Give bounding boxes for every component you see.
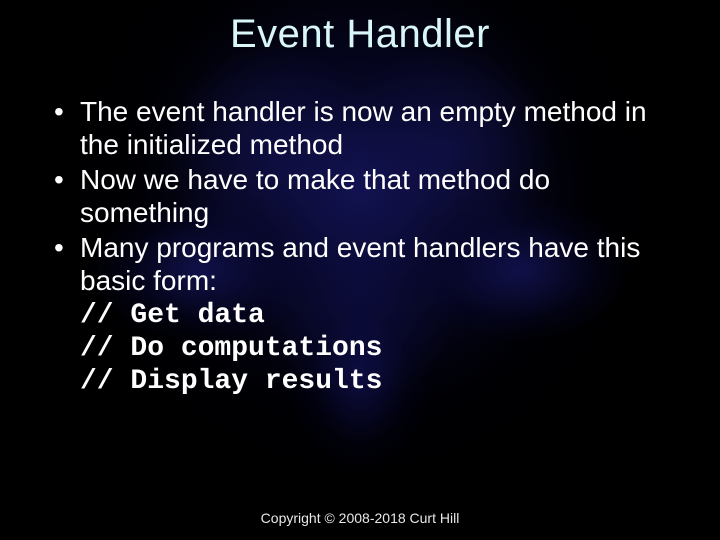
bullet-text: Now we have to make that method do somet… xyxy=(80,164,550,228)
bullet-text: The event handler is now an empty method… xyxy=(80,96,647,160)
code-block: // Get data // Do computations // Displa… xyxy=(54,299,680,398)
bullet-text: Many programs and event handlers have th… xyxy=(80,232,640,296)
slide-title: Event Handler xyxy=(0,12,720,57)
list-item: Many programs and event handlers have th… xyxy=(54,231,680,297)
slide-body: The event handler is now an empty method… xyxy=(54,95,680,398)
slide: Event Handler The event handler is now a… xyxy=(0,0,720,540)
list-item: Now we have to make that method do somet… xyxy=(54,163,680,229)
bullet-list: The event handler is now an empty method… xyxy=(54,95,680,297)
list-item: The event handler is now an empty method… xyxy=(54,95,680,161)
copyright-footer: Copyright © 2008-2018 Curt Hill xyxy=(0,510,720,526)
